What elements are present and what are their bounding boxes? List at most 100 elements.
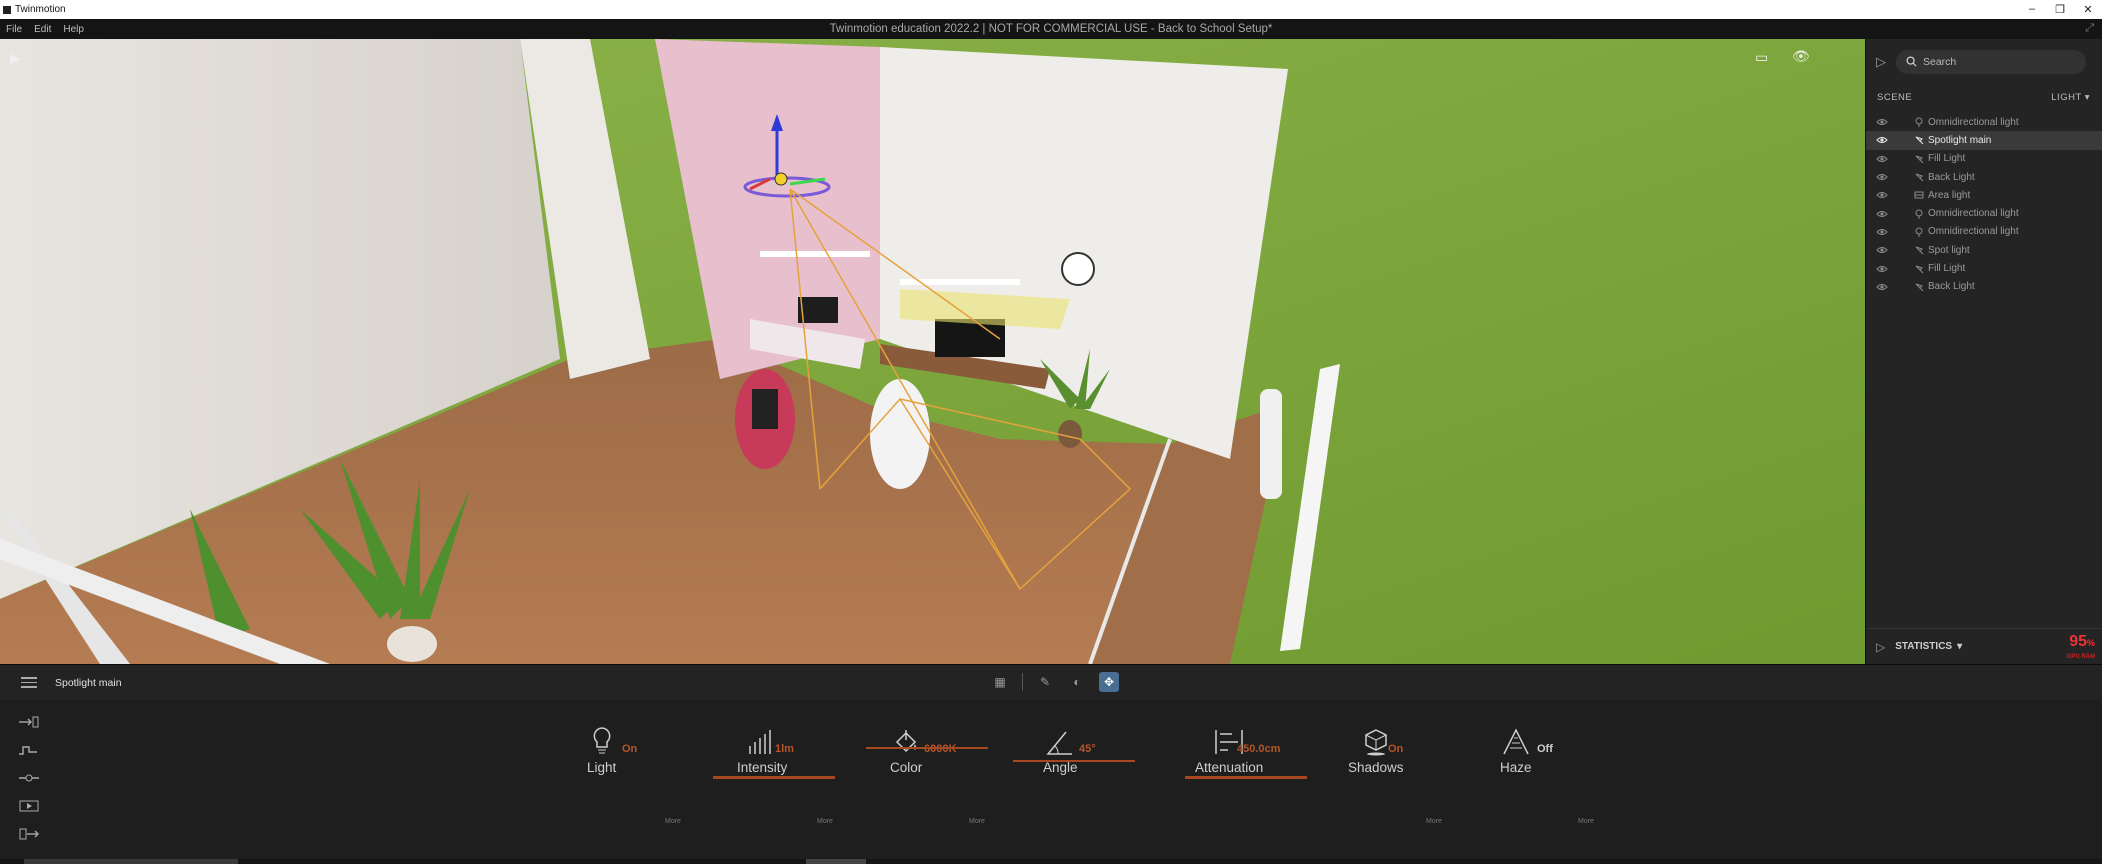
scene-item-label: Spotlight main	[1928, 134, 1992, 146]
visibility-eye-icon[interactable]	[1876, 171, 1888, 183]
bulb-icon	[593, 727, 611, 754]
visibility-eye-icon[interactable]	[1876, 263, 1888, 275]
gpu-ram-readout: 95% GPU RAM	[2067, 633, 2095, 664]
angle-slider[interactable]	[1013, 760, 1135, 762]
prop-light[interactable]: Light On	[587, 722, 637, 775]
scene-item-label: Omnidirectional light	[1928, 208, 2019, 220]
prop-light-label: Light	[587, 760, 617, 775]
export-icon[interactable]	[18, 825, 40, 843]
search-input[interactable]: Search	[1896, 49, 2086, 74]
prop-intensity[interactable]: Intensity 1lm	[713, 722, 835, 779]
minimize-button[interactable]: –	[2018, 3, 2046, 16]
scene-item[interactable]: Back Light	[1866, 278, 2102, 296]
stats-play-icon[interactable]: ▷	[1876, 640, 1885, 654]
search-placeholder: Search	[1923, 55, 1957, 68]
visibility-eye-icon[interactable]	[1876, 189, 1888, 201]
fps-value: 95	[2069, 633, 2087, 650]
prop-haze-label: Haze	[1500, 760, 1532, 775]
tool-separator	[1022, 673, 1023, 691]
angle-icon	[1046, 731, 1073, 755]
more-link-color[interactable]: More	[969, 818, 985, 825]
context-icon[interactable]	[18, 741, 40, 759]
viewport-3d[interactable]: ▶ ▭ 👁	[0, 39, 1865, 664]
prop-color-label: Color	[890, 760, 923, 775]
scene-item-label: Back Light	[1928, 171, 1975, 183]
expand-icon[interactable]: ⤢	[2085, 22, 2094, 35]
visibility-eye-icon[interactable]	[1876, 153, 1888, 165]
statistics-label[interactable]: STATISTICS	[1895, 641, 1952, 652]
configure-icon[interactable]	[18, 769, 40, 787]
more-link-shadows[interactable]: More	[1426, 818, 1442, 825]
more-link-haze[interactable]: More	[1578, 818, 1594, 825]
visibility-eye-icon[interactable]	[1876, 134, 1888, 146]
chevron-down-icon: ▾	[2084, 92, 2090, 103]
scene-item[interactable]: Spotlight main	[1866, 131, 2102, 150]
scene-item[interactable]: Omnidirectional light	[1866, 204, 2102, 222]
os-app-name: Twinmotion	[15, 4, 66, 15]
scene-item-label: Omnidirectional light	[1928, 116, 2019, 128]
attenuation-slider[interactable]	[1185, 776, 1307, 779]
media-icon[interactable]	[18, 797, 40, 815]
scene-item-label: Fill Light	[1928, 263, 1966, 275]
spot-light-icon	[1915, 155, 1924, 164]
shadow-cube-icon	[1365, 729, 1387, 756]
scene-item[interactable]: Omnidirectional light	[1866, 223, 2102, 241]
fps-unit: %	[2086, 638, 2095, 648]
horizontal-scrollbar[interactable]	[0, 859, 2102, 864]
frame-icon[interactable]: ▭	[1755, 49, 1768, 66]
scene-item[interactable]: Fill Light	[1866, 150, 2102, 168]
prop-color[interactable]: Color 6000K	[866, 722, 988, 775]
scene-render[interactable]	[0, 39, 1865, 664]
eye-icon[interactable]: 👁	[1792, 48, 1810, 65]
scene-item-label: Fill Light	[1928, 153, 1966, 165]
visibility-eye-icon[interactable]	[1876, 208, 1888, 220]
scene-item[interactable]: Back Light	[1866, 168, 2102, 186]
light-filter-dropdown[interactable]: LIGHT ▾	[2051, 92, 2090, 103]
prop-haze[interactable]: Haze Off	[1500, 722, 1553, 775]
prop-intensity-value: 1lm	[775, 743, 794, 755]
statistics-bar[interactable]: ▷ STATISTICS ▾ 95% GPU RAM	[1866, 628, 2102, 664]
panel-play-icon[interactable]: ▷	[1876, 54, 1886, 70]
eyedropper-icon[interactable]: ✎	[1035, 672, 1055, 692]
viewport-play-icon[interactable]: ▶	[10, 50, 21, 67]
prop-attenuation[interactable]: Attenuation 450.0cm	[1185, 722, 1307, 779]
selected-object-name: Spotlight main	[55, 676, 122, 689]
menu-help[interactable]: Help	[57, 24, 90, 35]
scene-item[interactable]: Area light	[1866, 186, 2102, 204]
scene-item[interactable]: Spot light	[1866, 241, 2102, 259]
restore-button[interactable]: ❐	[2046, 3, 2074, 16]
color-temperature-slider[interactable]	[866, 747, 988, 749]
visibility-eye-icon[interactable]	[1876, 244, 1888, 256]
visibility-eye-icon[interactable]	[1876, 116, 1888, 128]
scene-item[interactable]: Omnidirectional light	[1866, 113, 2102, 131]
visibility-eye-icon[interactable]	[1876, 226, 1888, 238]
scrollbar-thumb[interactable]	[24, 859, 238, 864]
scene-item-label: Back Light	[1928, 281, 1975, 293]
move-tool-icon[interactable]: ✥	[1099, 672, 1119, 692]
prop-angle[interactable]: Angle 45°	[1013, 722, 1135, 775]
scene-item[interactable]: Fill Light	[1866, 259, 2102, 277]
close-button[interactable]: ✕	[2074, 3, 2102, 16]
spot-light-icon	[1915, 173, 1924, 182]
more-link-light[interactable]: More	[665, 818, 681, 825]
prop-attenuation-value: 450.0cm	[1237, 743, 1281, 755]
properties-panel: Spotlight main ▦ ✎ ◐ ✥ Light On Intensit…	[0, 664, 2102, 864]
search-icon	[1906, 56, 1917, 67]
intensity-slider[interactable]	[713, 776, 835, 779]
menu-icon[interactable]	[21, 677, 37, 688]
prop-shadows[interactable]: Shadows On	[1348, 722, 1404, 775]
grid-tool-icon[interactable]: ▦	[990, 672, 1010, 692]
light-filter-label: LIGHT	[2051, 92, 2082, 103]
intensity-bars-icon	[749, 730, 771, 754]
menu-file[interactable]: File	[0, 24, 28, 35]
app-logo-icon	[3, 5, 11, 14]
prop-intensity-label: Intensity	[737, 760, 788, 775]
scrollbar-thumb-secondary[interactable]	[806, 859, 866, 864]
import-icon[interactable]	[18, 713, 40, 731]
omni-light-icon	[1915, 209, 1923, 219]
more-link-intensity[interactable]: More	[817, 818, 833, 825]
prop-color-value: 6000K	[924, 743, 957, 755]
menu-edit[interactable]: Edit	[28, 24, 57, 35]
rotate-tool-icon[interactable]: ◐	[1067, 672, 1087, 692]
visibility-eye-icon[interactable]	[1876, 281, 1888, 293]
